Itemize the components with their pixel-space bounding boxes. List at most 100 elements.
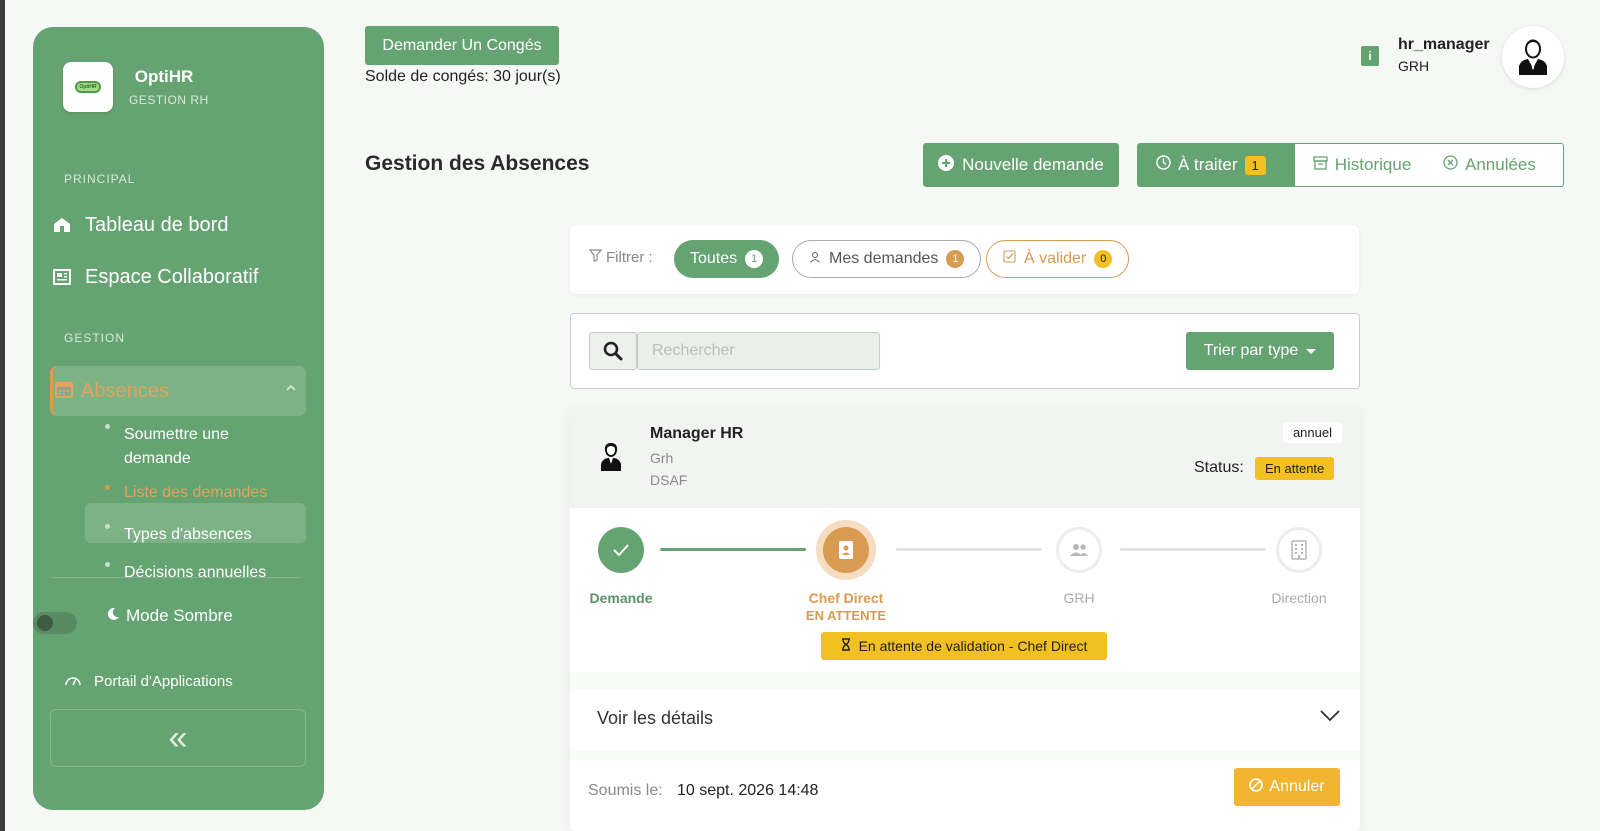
tab-to-process[interactable]: À traiter 1: [1138, 144, 1295, 186]
search-input[interactable]: [637, 332, 880, 370]
step-connector: [660, 548, 806, 551]
caret-down-icon: [1306, 342, 1317, 360]
cancel-request-button[interactable]: Annuler: [1234, 768, 1340, 806]
username: hr_manager: [1398, 36, 1490, 53]
tab-history[interactable]: Historique: [1295, 144, 1429, 186]
dark-mode-text: Mode Sombre: [126, 606, 233, 625]
hourglass-icon: [841, 638, 851, 654]
brand-name: OptiHR: [134, 67, 194, 86]
employee-avatar-icon: [600, 442, 622, 477]
request-leave-button[interactable]: Demander Un Congés: [365, 26, 559, 65]
brand-subtitle: GESTION RH: [129, 93, 209, 107]
newspaper-icon: [51, 266, 73, 288]
check-square-icon: [1003, 250, 1016, 268]
dark-mode-toggle[interactable]: [33, 612, 77, 634]
dark-mode-label[interactable]: Mode Sombre: [106, 606, 233, 626]
step-label-demande: Demande: [589, 590, 653, 606]
funnel-icon: [588, 249, 603, 266]
request-header: Manager HR Grh DSAF annuel Status: En at…: [570, 408, 1360, 508]
bullet-icon: [105, 524, 110, 529]
submitted-label: Soumis le:: [588, 782, 663, 799]
tab-label: À traiter: [1178, 155, 1238, 174]
building-icon: [1291, 540, 1307, 560]
check-icon: [613, 544, 629, 556]
search-bar: Trier par type: [570, 313, 1360, 389]
chip-count: 1: [946, 250, 965, 268]
sidebar-item-absences[interactable]: Absences: [50, 366, 306, 416]
logo-mark: OptiHR: [75, 81, 101, 93]
tab-label: Annulées: [1465, 155, 1536, 174]
new-request-button[interactable]: Nouvelle demande: [923, 143, 1119, 187]
home-icon: [51, 214, 73, 236]
step-connector: [1120, 548, 1266, 551]
request-tabs: À traiter 1 Historique Annulées: [1137, 143, 1564, 187]
submenu-annual-decisions[interactable]: Décisions annuelles: [124, 561, 266, 585]
chevron-up-icon: [286, 380, 296, 394]
sidebar-item-dashboard[interactable]: Tableau de bord: [51, 208, 311, 242]
section-label-gestion: GESTION: [64, 331, 126, 345]
status-badge: En attente: [1255, 457, 1335, 480]
request-card: Manager HR Grh DSAF annuel Status: En at…: [570, 408, 1360, 831]
view-details-label: Voir les détails: [597, 708, 714, 728]
step-chef-direct: [816, 520, 876, 580]
submenu-label: Soumettre une: [124, 426, 229, 443]
filter-chip-to-validate[interactable]: À valider 0: [986, 240, 1130, 278]
submenu-label: Liste des demandes: [124, 484, 268, 501]
user-icon: [809, 250, 821, 268]
sidebar-item-label: Absences: [81, 379, 169, 402]
tab-count-badge: 1: [1244, 155, 1266, 175]
step-connector: [896, 548, 1042, 551]
users-icon: [1070, 544, 1088, 556]
chevron-down-icon: [1320, 709, 1340, 727]
step-grh: [1056, 527, 1102, 573]
app-logo[interactable]: OptiHR: [63, 62, 113, 112]
portal-label: Portail d'Applications: [94, 673, 233, 690]
sort-by-type-dropdown[interactable]: Trier par type: [1186, 332, 1334, 370]
moon-icon: [106, 606, 120, 626]
avatar[interactable]: [1502, 26, 1564, 88]
user-avatar-icon: [1519, 39, 1547, 75]
chip-label: Toutes: [690, 250, 738, 267]
app-portal-link[interactable]: Portail d'Applications: [64, 673, 233, 690]
submenu-absence-types[interactable]: Types d'absences: [124, 523, 252, 547]
page-title: Gestion des Absences: [365, 152, 590, 175]
cancel-label: Annuler: [1269, 778, 1325, 795]
gauge-icon: [64, 673, 82, 690]
filter-label-text: Filtrer :: [606, 249, 653, 266]
search-icon: [603, 341, 623, 361]
pending-banner-text: En attente de validation - Chef Direct: [858, 638, 1088, 654]
employee-name: Manager HR: [650, 425, 744, 442]
new-request-label: Nouvelle demande: [962, 155, 1104, 174]
filter-chip-mine[interactable]: Mes demandes 1: [792, 240, 982, 278]
step-direction: [1276, 527, 1322, 573]
toggle-knob: [37, 615, 53, 631]
id-badge-icon: [839, 541, 853, 559]
search-button[interactable]: [589, 332, 637, 370]
chip-count: 0: [1094, 250, 1113, 268]
sidebar-item-label: Espace Collaboratif: [85, 265, 259, 288]
leave-type-badge: annuel: [1282, 422, 1342, 443]
step-demande: [598, 527, 644, 573]
clock-icon: [1156, 155, 1171, 175]
filter-label: Filtrer :: [588, 249, 653, 266]
submenu-submit-request[interactable]: Soumettre une demande: [124, 423, 229, 471]
chip-count: 1: [745, 250, 764, 268]
chip-label: Mes demandes: [829, 250, 939, 267]
info-icon[interactable]: i: [1361, 46, 1379, 66]
sidebar-item-collaborative[interactable]: Espace Collaboratif: [51, 260, 311, 294]
bullet-icon: [105, 485, 110, 490]
bullet-icon: [105, 424, 110, 429]
request-footer: Soumis le: 10 sept. 2026 14:48 Annuler: [570, 760, 1360, 831]
filter-chip-all[interactable]: Toutes 1: [674, 240, 780, 278]
step-state-chef: EN ATTENTE: [805, 608, 887, 623]
filter-bar: Filtrer : Toutes 1 Mes demandes 1 À vali…: [570, 225, 1359, 294]
collapse-sidebar-button[interactable]: «: [50, 709, 306, 767]
tab-label: Historique: [1334, 155, 1412, 174]
view-details-toggle[interactable]: Voir les détails: [570, 689, 1360, 751]
step-label-chef: Chef Direct: [808, 590, 884, 606]
sidebar-item-label: Tableau de bord: [85, 213, 229, 236]
archive-icon: [1313, 155, 1328, 175]
tab-cancelled[interactable]: Annulées: [1429, 144, 1554, 186]
calendar-icon: [55, 380, 73, 403]
double-chevron-left-icon: «: [168, 718, 188, 757]
